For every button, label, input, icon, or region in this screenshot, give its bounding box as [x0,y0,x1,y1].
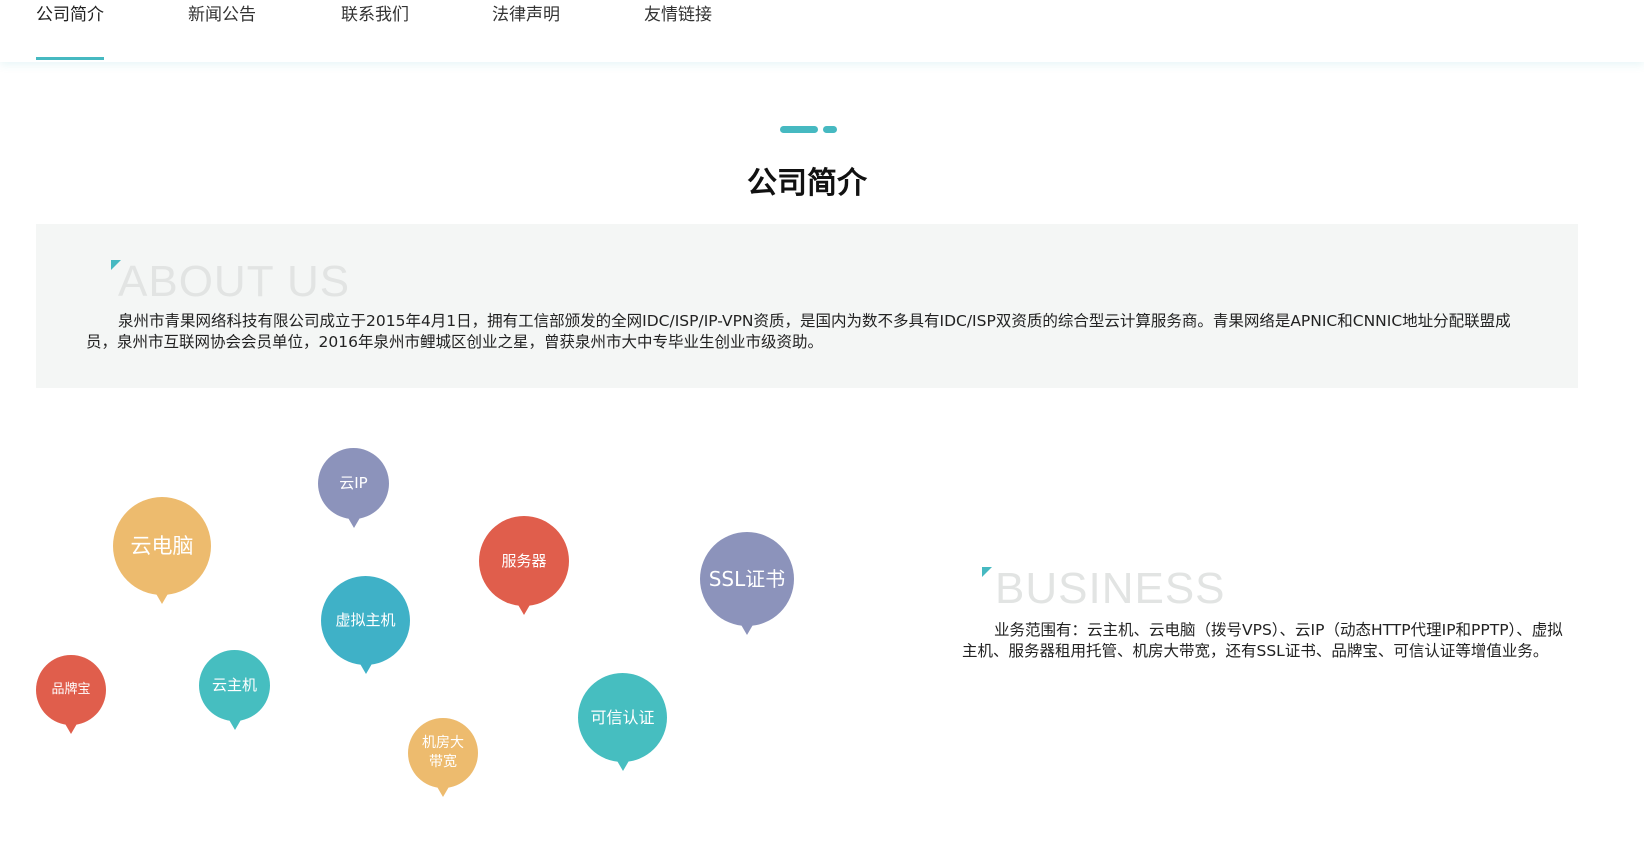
business-heading: BUSINESS [995,564,1226,613]
bubble-server[interactable]: 服务器 [479,516,569,606]
nav-item-news[interactable]: 新闻公告 [188,0,256,60]
nav-item-contact[interactable]: 联系我们 [341,0,409,60]
bubble-label: 云电脑 [130,533,194,558]
nav-item-company-intro[interactable]: 公司简介 [36,0,104,60]
bubble-label: 云主机 [211,676,257,695]
bubble-label: 服务器 [501,551,547,570]
bubble-cloud-pc[interactable]: 云电脑 [113,497,211,595]
bubble-label: 云IP [339,474,368,493]
bubble-cloud-host[interactable]: 云主机 [199,650,270,721]
top-nav: 公司简介 新闻公告 联系我们 法律声明 友情链接 [0,0,1644,62]
about-heading: ABOUT US [118,257,351,306]
bubble-label: 机房大带宽 [422,735,464,770]
corner-marker-icon [982,567,992,577]
nav-item-legal[interactable]: 法律声明 [492,0,560,60]
about-panel: ABOUT US 泉州市青果网络科技有限公司成立于2015年4月1日，拥有工信部… [36,224,1578,388]
bubble-label: 可信认证 [590,707,655,727]
business-text: 业务范围有：云主机、云电脑（拨号VPS）、云IP（动态HTTP代理IP和PPTP… [962,621,1563,660]
bubble-brand[interactable]: 品牌宝 [36,655,106,725]
bubble-label: SSL证书 [708,566,786,591]
bubble-trusted-cert[interactable]: 可信认证 [578,673,667,762]
bubble-cloud-ip[interactable]: 云IP [318,448,389,519]
bubble-virtual-host[interactable]: 虚拟主机 [321,576,410,665]
bubble-label: 虚拟主机 [335,611,396,630]
about-text: 泉州市青果网络科技有限公司成立于2015年4月1日，拥有工信部颁发的全网IDC/… [86,312,1511,351]
section-title: 公司简介 [747,166,867,201]
page: 公司简介 新闻公告 联系我们 法律声明 友情链接 公司简介 ABOUT US 泉… [0,0,1644,846]
title-decoration-long [780,126,818,133]
title-decoration-short [823,126,837,133]
bubble-bandwidth[interactable]: 机房大带宽 [408,718,478,788]
bubble-ssl[interactable]: SSL证书 [700,532,794,626]
nav-item-links[interactable]: 友情链接 [644,0,712,60]
bubble-label: 品牌宝 [51,682,91,698]
